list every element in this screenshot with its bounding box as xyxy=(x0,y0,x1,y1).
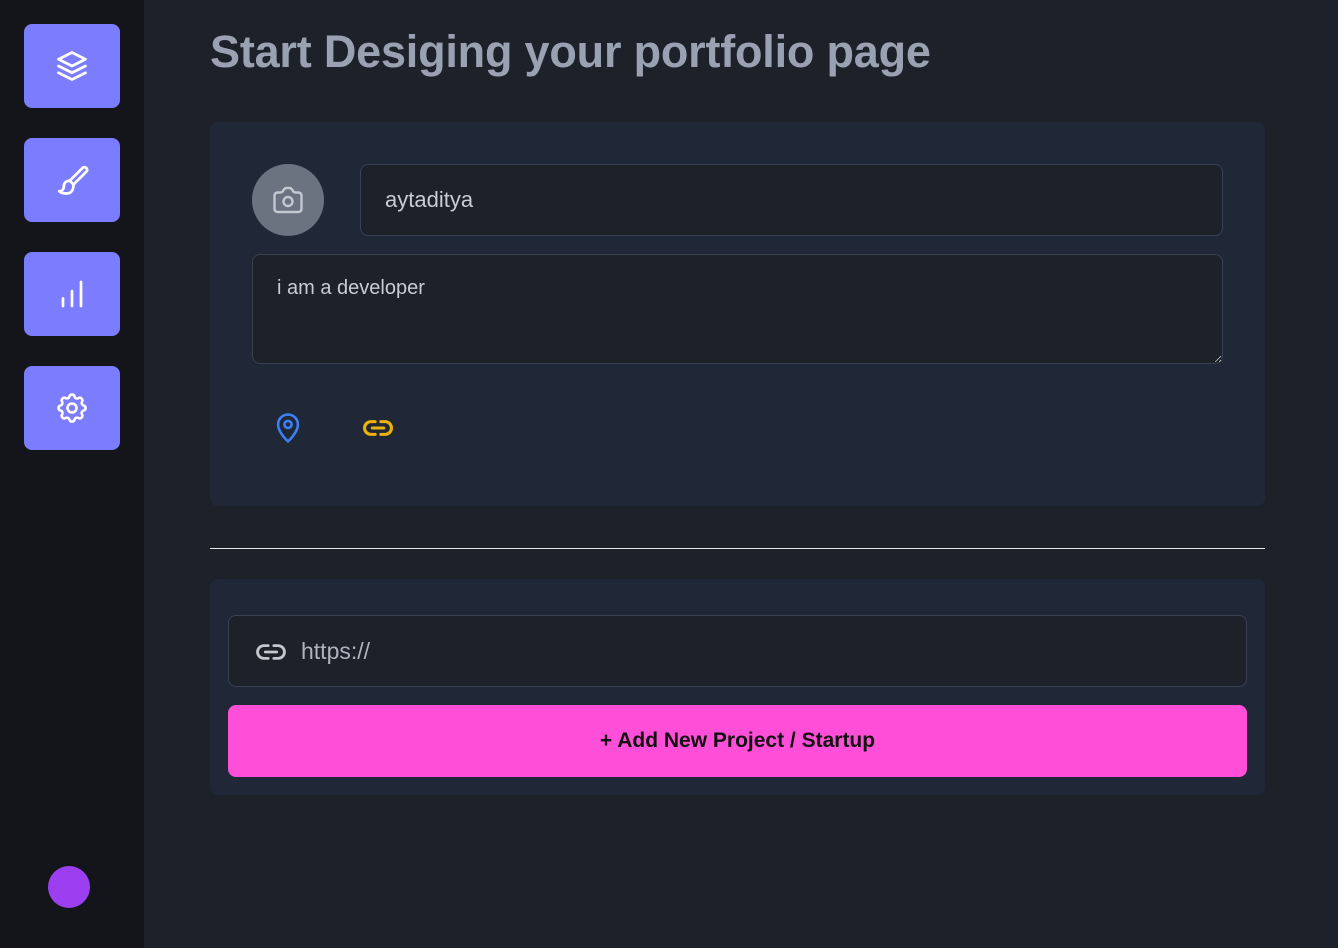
sidebar-item-design[interactable] xyxy=(24,138,120,222)
layers-icon xyxy=(57,51,87,81)
add-project-button[interactable]: + Add New Project / Startup xyxy=(228,705,1247,777)
section-divider xyxy=(210,548,1265,549)
link-icon xyxy=(253,635,289,669)
camera-icon xyxy=(273,186,303,214)
map-pin-icon xyxy=(276,413,300,443)
bio-textarea[interactable]: i am a developer xyxy=(252,254,1223,364)
bar-chart-icon xyxy=(61,280,83,308)
app: Start Desiging your portfolio page i am … xyxy=(0,0,1338,948)
project-card: + Add New Project / Startup xyxy=(210,579,1265,795)
name-input[interactable] xyxy=(360,164,1223,236)
link-button[interactable] xyxy=(358,408,398,448)
link-icon xyxy=(363,420,393,436)
profile-card: i am a developer xyxy=(210,122,1265,506)
project-url-field xyxy=(228,615,1247,687)
sidebar-item-analytics[interactable] xyxy=(24,252,120,336)
project-url-input[interactable] xyxy=(301,616,1231,686)
page-title: Start Desiging your portfolio page xyxy=(210,26,931,77)
location-button[interactable] xyxy=(268,408,308,448)
sidebar xyxy=(0,0,144,948)
brush-icon xyxy=(57,165,89,195)
profile-photo-button[interactable] xyxy=(252,164,324,236)
avatar[interactable] xyxy=(48,866,90,908)
gear-icon xyxy=(57,393,87,423)
sidebar-item-layers[interactable] xyxy=(24,24,120,108)
sidebar-item-settings[interactable] xyxy=(24,366,120,450)
